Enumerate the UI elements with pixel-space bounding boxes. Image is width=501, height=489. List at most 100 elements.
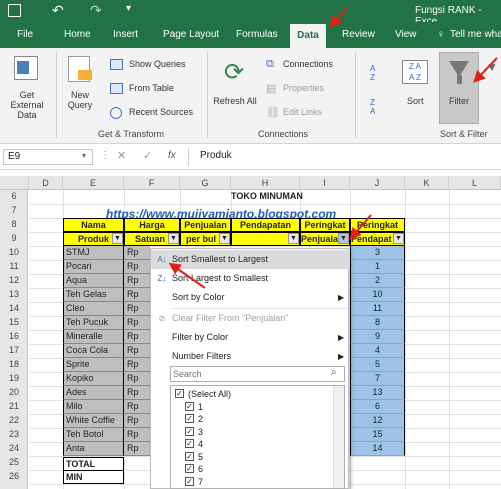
tab-formulas[interactable]: Formulas — [236, 29, 278, 40]
insert-function-icon[interactable]: fx — [168, 150, 176, 161]
recent-sources-button[interactable]: Recent Sources — [110, 106, 198, 121]
cancel-icon[interactable]: ✕ — [117, 149, 126, 162]
currency-cell[interactable]: Rp — [124, 330, 150, 344]
product-name-cell[interactable]: Pocari — [63, 260, 124, 274]
column-header-g[interactable]: G — [180, 176, 231, 190]
currency-cell[interactable]: Rp — [124, 246, 150, 260]
tab-insert[interactable]: Insert — [113, 29, 138, 40]
save-icon[interactable] — [8, 4, 21, 17]
menu-sort-largest-to-smallest[interactable]: Z↓ Sort Largest to Smallest — [151, 269, 350, 288]
row-header[interactable]: 12 — [0, 274, 28, 287]
product-name-cell[interactable]: STMJ — [63, 246, 124, 260]
row-header[interactable]: 9 — [0, 232, 28, 245]
filter-value-item[interactable]: ✓ 4 — [185, 438, 335, 450]
column-header-i[interactable]: I — [300, 176, 350, 190]
sort-descending-button[interactable]: Z A — [370, 98, 388, 120]
filter-search-box[interactable]: ⌕ — [170, 366, 345, 382]
tab-review[interactable]: Review — [342, 29, 375, 40]
product-name-cell[interactable]: Teh Gelas — [63, 288, 124, 302]
show-queries-button[interactable]: Show Queries — [110, 58, 198, 73]
row-header[interactable]: 6 — [0, 190, 28, 203]
from-table-button[interactable]: From Table — [110, 82, 198, 97]
currency-cell[interactable]: Rp — [124, 260, 150, 274]
currency-cell[interactable]: Rp — [124, 442, 150, 456]
column-header-h[interactable]: H — [231, 176, 300, 190]
filter-value-item[interactable]: ✓ 7 — [185, 476, 335, 488]
product-name-cell[interactable]: Teh Botol — [63, 428, 124, 442]
currency-cell[interactable]: Rp — [124, 372, 150, 386]
rank-cell[interactable]: 1 — [350, 260, 405, 274]
currency-cell[interactable]: Rp — [124, 428, 150, 442]
product-name-cell[interactable]: Teh Pucuk — [63, 316, 124, 330]
row-header[interactable]: 15 — [0, 316, 28, 329]
checkbox[interactable]: ✓ — [185, 426, 194, 436]
refresh-all-button[interactable]: ⟳ Refresh All — [212, 54, 258, 122]
tab-home[interactable]: Home — [64, 29, 91, 40]
filter-button[interactable]: Filter — [439, 52, 479, 124]
rank-cell[interactable]: 15 — [350, 428, 405, 442]
column-header-l[interactable]: L — [449, 176, 501, 190]
filter-search-input[interactable] — [173, 368, 323, 380]
row-header[interactable]: 18 — [0, 358, 28, 371]
checkbox[interactable]: ✓ — [185, 476, 194, 486]
rank-cell[interactable]: 5 — [350, 358, 405, 372]
product-name-cell[interactable]: Anta — [63, 442, 124, 456]
connections-button[interactable]: ⧉ Connections — [266, 58, 346, 73]
rank-cell[interactable]: 3 — [350, 246, 405, 260]
rank-cell[interactable]: 7 — [350, 372, 405, 386]
row-header[interactable]: 23 — [0, 428, 28, 441]
list-scrollbar[interactable] — [333, 386, 344, 488]
product-name-cell[interactable]: Coca Cola — [63, 344, 124, 358]
row-header[interactable]: 7 — [0, 204, 28, 217]
currency-cell[interactable]: Rp — [124, 274, 150, 288]
rank-cell[interactable]: 14 — [350, 442, 405, 456]
row-header[interactable]: 14 — [0, 302, 28, 315]
row-header[interactable]: 8 — [0, 218, 28, 231]
filter-dropdown-button[interactable]: ▼ — [168, 233, 179, 244]
currency-cell[interactable]: Rp — [124, 414, 150, 428]
filter-value-item[interactable]: ✓ 2 — [185, 413, 335, 425]
row-header[interactable]: 25 — [0, 456, 28, 469]
tell-me-box[interactable]: Tell me wha — [450, 29, 501, 40]
name-box-dropdown-icon[interactable]: ▾ — [82, 151, 86, 160]
rank-cell[interactable]: 13 — [350, 386, 405, 400]
row-header[interactable]: 16 — [0, 330, 28, 343]
enter-icon[interactable]: ✓ — [143, 149, 152, 162]
filter-value-item[interactable]: ✓ 5 — [185, 451, 335, 463]
name-box[interactable]: E9 ▾ — [3, 149, 93, 165]
rank-cell[interactable]: 9 — [350, 330, 405, 344]
filter-dropdown-button[interactable]: ▼ — [393, 233, 404, 244]
product-name-cell[interactable]: Milo — [63, 400, 124, 414]
row-header[interactable]: 10 — [0, 246, 28, 259]
get-external-data-button[interactable]: Get External Data — [2, 52, 54, 120]
row-header[interactable]: 13 — [0, 288, 28, 301]
column-header-k[interactable]: K — [405, 176, 449, 190]
sort-button[interactable]: Z AA Z Sort — [396, 54, 436, 122]
rank-cell[interactable]: 4 — [350, 344, 405, 358]
menu-sort-by-color[interactable]: Sort by Color ▶ — [151, 288, 350, 307]
filter-value-item[interactable]: ✓ 1 — [185, 401, 335, 413]
tab-data[interactable]: Data — [290, 24, 326, 48]
product-name-cell[interactable]: White Coffie — [63, 414, 124, 428]
tab-file[interactable]: File — [17, 29, 33, 40]
currency-cell[interactable]: Rp — [124, 302, 150, 316]
rank-cell[interactable]: 11 — [350, 302, 405, 316]
menu-sort-smallest-to-largest[interactable]: A↓ Sort Smallest to Largest — [151, 250, 350, 269]
row-header[interactable]: 19 — [0, 372, 28, 385]
checkbox[interactable]: ✓ — [185, 464, 194, 473]
checkbox[interactable]: ✓ — [185, 401, 194, 411]
row-header[interactable]: 20 — [0, 386, 28, 399]
quick-access-menu-icon[interactable]: ▾ — [126, 3, 131, 14]
row-header[interactable]: 21 — [0, 400, 28, 413]
checkbox[interactable]: ✓ — [185, 414, 194, 423]
currency-cell[interactable]: Rp — [124, 400, 150, 414]
product-name-cell[interactable]: Cleo — [63, 302, 124, 316]
checkbox[interactable]: ✓ — [185, 451, 194, 461]
currency-cell[interactable]: Rp — [124, 344, 150, 358]
rank-cell[interactable]: 12 — [350, 414, 405, 428]
row-header[interactable]: 17 — [0, 344, 28, 357]
product-name-cell[interactable]: Sprite — [63, 358, 124, 372]
filter-value-item[interactable]: ✓ 6 — [185, 463, 335, 475]
tab-view[interactable]: View — [395, 29, 417, 40]
checkbox[interactable]: ✓ — [175, 389, 184, 398]
